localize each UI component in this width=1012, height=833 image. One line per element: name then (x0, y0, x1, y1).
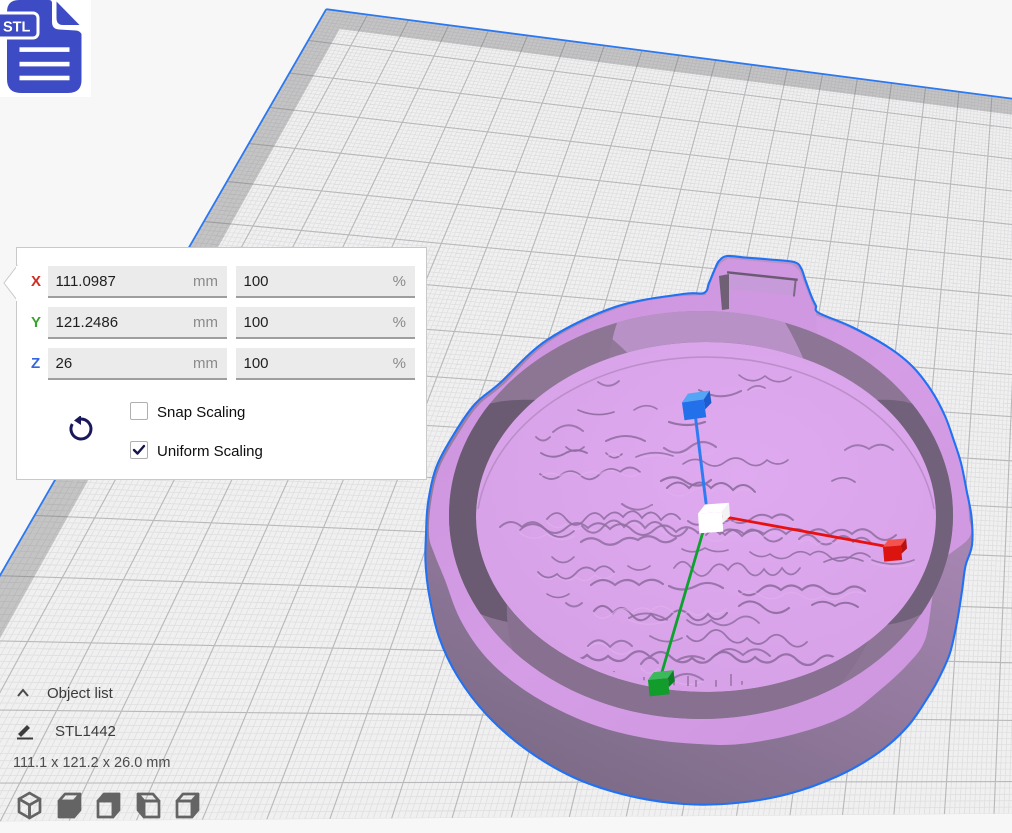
svg-text:STL: STL (3, 20, 31, 36)
